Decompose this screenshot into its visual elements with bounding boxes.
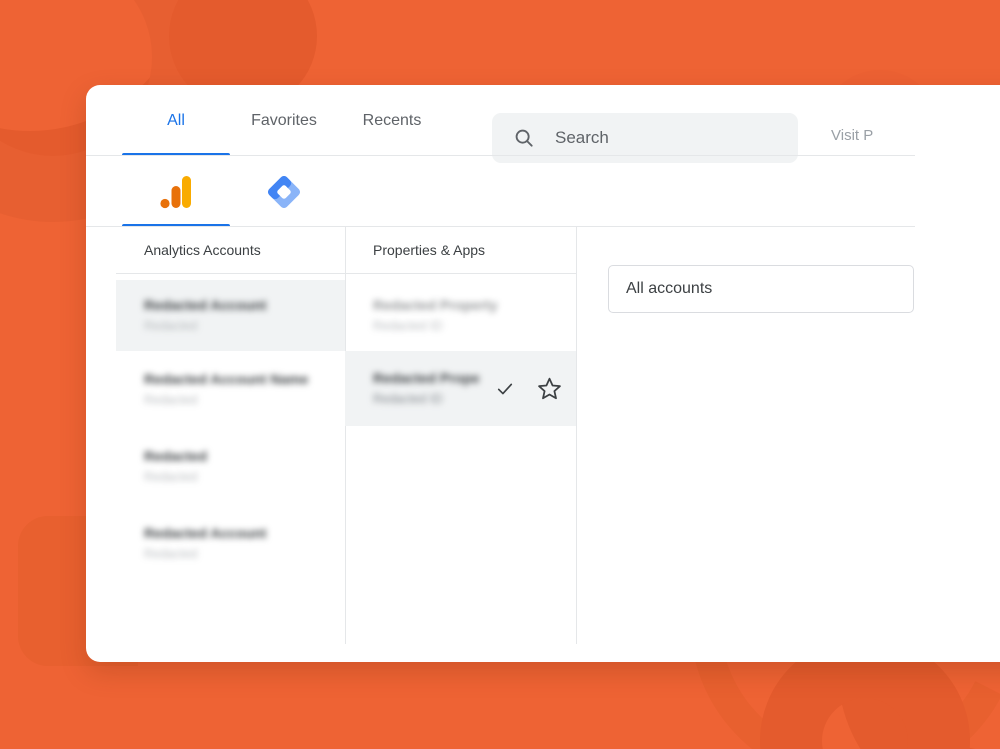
- tab-all-label: All: [167, 111, 185, 129]
- tab-bar: All Favorites Recents Search Visit P: [86, 85, 915, 163]
- tab-recents-label: Recents: [362, 111, 422, 129]
- account-id: Redacted: [144, 319, 198, 333]
- product-tab-bar: All accounts: [86, 156, 915, 313]
- property-row-actions: [479, 376, 562, 401]
- search-placeholder: Search: [555, 128, 609, 147]
- screen: All Favorites Recents Search Visit P All…: [0, 0, 1000, 749]
- star-outline-icon[interactable]: [537, 376, 562, 401]
- accounts-list: Redacted Account Redacted Redacted Accou…: [116, 273, 345, 582]
- account-picker-content: All Favorites Recents Search Visit P All…: [86, 85, 915, 662]
- product-tab-tag-manager[interactable]: [230, 156, 338, 227]
- account-id: Redacted: [144, 393, 198, 407]
- column-header-accounts: Analytics Accounts: [144, 242, 261, 258]
- column-analytics-accounts: Analytics Accounts Redacted Account Reda…: [116, 227, 345, 662]
- visit-link[interactable]: Visit P: [831, 127, 873, 144]
- property-row[interactable]: Redacted Property Redacted ID: [345, 280, 576, 351]
- column-header-properties: Properties & Apps: [373, 242, 486, 258]
- check-icon: [495, 379, 515, 399]
- properties-header-divider: [345, 273, 576, 274]
- properties-list: Redacted Property Redacted ID Redacted P…: [345, 273, 576, 426]
- account-name: Redacted Account: [144, 525, 267, 541]
- account-row[interactable]: Redacted Account Name Redacted: [116, 351, 345, 428]
- tab-recents[interactable]: Recents: [338, 85, 446, 156]
- google-tag-manager-icon: [268, 175, 300, 208]
- tab-all[interactable]: All: [122, 85, 230, 156]
- account-row[interactable]: Redacted Account Redacted: [116, 280, 345, 351]
- property-id: Redacted ID: [373, 319, 443, 333]
- google-analytics-icon: [160, 175, 192, 209]
- account-id: Redacted: [144, 547, 198, 561]
- column-divider-2: [576, 227, 577, 644]
- product-tab-analytics[interactable]: [122, 156, 230, 227]
- account-id: Redacted: [144, 470, 198, 484]
- property-name: Redacted Property: [373, 370, 479, 386]
- accounts-header-divider: [116, 273, 345, 274]
- account-name: Redacted Account Name: [144, 371, 309, 387]
- accounts-columns: Analytics Accounts Redacted Account Reda…: [86, 227, 915, 662]
- column-properties-apps: Properties & Apps Redacted Property Reda…: [345, 227, 576, 662]
- account-name: Redacted Account: [144, 297, 267, 313]
- property-row[interactable]: Redacted Property Redacted ID: [345, 351, 576, 426]
- account-row[interactable]: Redacted Account Redacted: [116, 505, 345, 582]
- tab-favorites[interactable]: Favorites: [230, 85, 338, 156]
- property-name: Redacted Property: [373, 297, 498, 313]
- property-id: Redacted ID: [373, 392, 443, 406]
- account-row[interactable]: Redacted Redacted: [116, 428, 345, 505]
- account-name: Redacted: [144, 448, 208, 464]
- tab-favorites-label: Favorites: [251, 111, 317, 129]
- search-icon: [513, 127, 535, 149]
- account-picker-panel-clip: All Favorites Recents Search Visit P All…: [86, 75, 915, 675]
